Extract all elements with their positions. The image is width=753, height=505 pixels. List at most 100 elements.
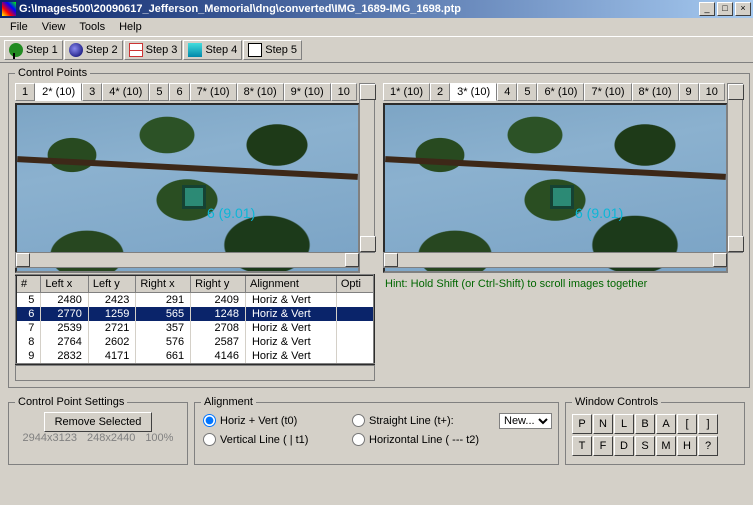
toolbar: Step 1 Step 2 Step 3 Step 4 Step 5	[0, 37, 753, 63]
wc-button-N[interactable]: N	[593, 414, 613, 434]
wc-button-A[interactable]: A	[656, 414, 676, 434]
tab-rtabs-4[interactable]: 5	[517, 83, 537, 101]
left-tabs: 12* (10)34* (10)567* (10)8* (10)9* (10)1…	[15, 83, 375, 101]
wave-icon	[188, 43, 202, 57]
step3-button[interactable]: Step 3	[124, 40, 183, 60]
wc-button-L[interactable]: L	[614, 414, 634, 434]
tab-ltabs-0[interactable]: 1	[15, 83, 35, 101]
radio-vl[interactable]: Vertical Line ( | t1)	[203, 433, 336, 446]
right-vscroll[interactable]	[727, 83, 743, 253]
tab-rtabs-6[interactable]: 7* (10)	[584, 83, 631, 101]
rect-icon	[248, 43, 262, 57]
radio-hv[interactable]: Horiz + Vert (t0)	[203, 414, 336, 427]
table-row[interactable]: 5248024232912409Horiz & Vert	[16, 293, 374, 308]
left-vscroll[interactable]	[359, 83, 375, 253]
wc-button-F[interactable]: F	[593, 436, 613, 456]
col-rx[interactable]: Right x	[136, 275, 191, 293]
right-image[interactable]: 6 (9.01)	[383, 103, 728, 273]
menu-file[interactable]: File	[4, 19, 34, 35]
tab-rtabs-7[interactable]: 8* (10)	[632, 83, 679, 101]
remove-selected-button[interactable]: Remove Selected	[44, 412, 153, 432]
cp-settings-legend: Control Point Settings	[15, 396, 127, 408]
col-ly[interactable]: Left y	[88, 275, 136, 293]
left-image[interactable]: 6 (9.01)	[15, 103, 360, 273]
tab-rtabs-8[interactable]: 9	[679, 83, 699, 101]
tab-rtabs-2[interactable]: 3* (10)	[450, 83, 497, 101]
wc-button-M[interactable]: M	[656, 436, 676, 456]
wc-button-D[interactable]: D	[614, 436, 634, 456]
tab-ltabs-6[interactable]: 7* (10)	[190, 83, 237, 101]
wc-row1: PNLBA[]	[572, 414, 738, 434]
tab-ltabs-7[interactable]: 8* (10)	[237, 83, 284, 101]
col-lx[interactable]: Left x	[41, 275, 89, 293]
table-row[interactable]: 6277012595651248Horiz & Vert	[16, 307, 374, 321]
col-num[interactable]: #	[16, 275, 41, 293]
table-row[interactable]: 7253927213572708Horiz & Vert	[16, 321, 374, 335]
radio-hl-label: Horizontal Line ( --- t2)	[369, 434, 479, 446]
tab-ltabs-8[interactable]: 9* (10)	[284, 83, 331, 101]
dims-left: 2944x3123	[23, 432, 77, 444]
tab-rtabs-1[interactable]: 2	[430, 83, 450, 101]
wc-button-T[interactable]: T	[572, 436, 592, 456]
step5-button[interactable]: Step 5	[243, 40, 302, 60]
wc-button-[[interactable]: [	[677, 414, 697, 434]
straight-line-select[interactable]: New...	[499, 413, 552, 429]
col-ry[interactable]: Right y	[191, 275, 246, 293]
radio-sl-label: Straight Line (t+):	[369, 415, 454, 427]
dims-right: 248x2440	[87, 432, 135, 444]
tab-rtabs-0[interactable]: 1* (10)	[383, 83, 430, 101]
hint-area: Hint: Hold Shift (or Ctrl-Shift) to scro…	[383, 274, 649, 381]
cp-marker-left-label: 6 (9.01)	[207, 205, 255, 221]
left-hscroll[interactable]	[15, 252, 360, 268]
menu-bar: File View Tools Help	[0, 18, 753, 37]
wc-button-P[interactable]: P	[572, 414, 592, 434]
pin-icon	[9, 43, 23, 57]
step2-button[interactable]: Step 2	[64, 40, 123, 60]
col-opt[interactable]: Opti	[336, 275, 374, 293]
zoom-level: 100%	[145, 432, 173, 444]
table-row[interactable]: 9283241716614146Horiz & Vert	[16, 349, 374, 364]
control-points-legend: Control Points	[15, 67, 90, 79]
tab-rtabs-9[interactable]: 10	[699, 83, 725, 101]
minimize-button[interactable]: _	[699, 2, 715, 16]
step5-label: Step 5	[265, 44, 297, 56]
hint-text: Hint: Hold Shift (or Ctrl-Shift) to scro…	[383, 274, 649, 294]
radio-vl-label: Vertical Line ( | t1)	[220, 434, 308, 446]
cp-table[interactable]: # Left x Left y Right x Right y Alignmen…	[15, 274, 375, 365]
step1-button[interactable]: Step 1	[4, 40, 63, 60]
tab-ltabs-1[interactable]: 2* (10)	[35, 83, 82, 101]
tab-ltabs-2[interactable]: 3	[82, 83, 102, 101]
right-hscroll[interactable]	[383, 252, 728, 268]
table-row[interactable]: 8276426025762587Horiz & Vert	[16, 335, 374, 349]
window-controls-legend: Window Controls	[572, 396, 661, 408]
tab-ltabs-4[interactable]: 5	[149, 83, 169, 101]
tab-rtabs-5[interactable]: 6* (10)	[537, 83, 584, 101]
alignment-group: Alignment Horiz + Vert (t0) Straight Lin…	[194, 396, 559, 465]
tab-ltabs-5[interactable]: 6	[169, 83, 189, 101]
cp-settings-group: Control Point Settings Remove Selected 2…	[8, 396, 188, 465]
cp-marker-right-label: 6 (9.01)	[575, 205, 623, 221]
wc-button-H[interactable]: H	[677, 436, 697, 456]
tab-rtabs-3[interactable]: 4	[497, 83, 517, 101]
step4-button[interactable]: Step 4	[183, 40, 242, 60]
menu-help[interactable]: Help	[113, 19, 148, 35]
close-button[interactable]: ×	[735, 2, 751, 16]
radio-sl[interactable]: Straight Line (t+):	[352, 414, 485, 427]
tab-ltabs-9[interactable]: 10	[331, 83, 357, 101]
tab-ltabs-3[interactable]: 4* (10)	[102, 83, 149, 101]
cp-marker-right[interactable]	[550, 185, 574, 209]
col-al[interactable]: Alignment	[245, 275, 336, 293]
wc-button-?[interactable]: ?	[698, 436, 718, 456]
wc-button-S[interactable]: S	[635, 436, 655, 456]
menu-view[interactable]: View	[36, 19, 72, 35]
maximize-button[interactable]: □	[717, 2, 733, 16]
wc-button-][interactable]: ]	[698, 414, 718, 434]
radio-hl[interactable]: Horizontal Line ( --- t2)	[352, 433, 485, 446]
title-bar: G:\Images500\20090617_Jefferson_Memorial…	[0, 0, 753, 18]
cp-marker-left[interactable]	[182, 185, 206, 209]
wc-button-B[interactable]: B	[635, 414, 655, 434]
app-icon	[2, 2, 16, 16]
menu-tools[interactable]: Tools	[73, 19, 111, 35]
radio-hv-label: Horiz + Vert (t0)	[220, 415, 297, 427]
table-hscroll[interactable]	[15, 365, 375, 381]
